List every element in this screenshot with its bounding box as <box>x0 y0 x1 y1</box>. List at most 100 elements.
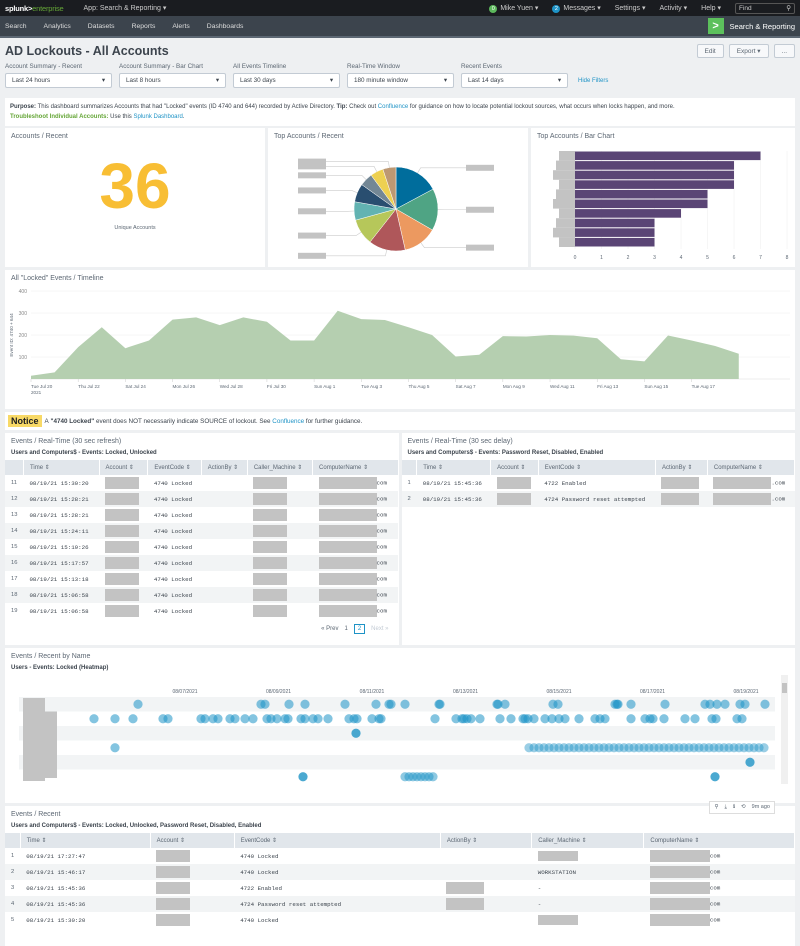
col-index <box>5 833 20 848</box>
time-select[interactable]: Last 24 hours▾ <box>5 73 112 88</box>
heatmap-dot <box>284 700 293 709</box>
area-ytick: 400 <box>19 289 28 295</box>
table-row[interactable]: 1608/19/21 15:17:574740 Lockedcom <box>5 555 398 571</box>
area-xtick: Sat Aug 7 <box>456 384 476 389</box>
help-menu[interactable]: Help ▾ <box>701 4 721 12</box>
tip-body: Check out <box>347 104 377 110</box>
col-account[interactable]: Account ⇕ <box>99 460 148 475</box>
heatmap-dot <box>690 714 699 723</box>
col-caller-machine[interactable]: Caller_Machine ⇕ <box>532 833 644 848</box>
cell-actionby <box>201 555 247 571</box>
cell-actionby <box>440 896 531 912</box>
find-input[interactable]: Find⚲ <box>735 3 795 14</box>
col-actionby[interactable]: ActionBy ⇕ <box>201 460 247 475</box>
domain-suffix: com <box>710 869 720 876</box>
info-icon[interactable]: ℹ <box>733 804 735 811</box>
col-computername[interactable]: ComputerName ⇕ <box>644 833 795 848</box>
page-1[interactable]: 1 <box>344 626 347 632</box>
table-row[interactable]: 1308/19/21 15:28:214740 Lockedcom <box>5 507 398 523</box>
col-account[interactable]: Account ⇕ <box>150 833 234 848</box>
edit-button[interactable]: Edit <box>697 44 724 58</box>
nav-datasets[interactable]: Datasets <box>88 23 115 30</box>
prev-page[interactable]: « Prev <box>321 626 338 632</box>
select-value: Last 30 days <box>240 77 276 84</box>
export-button[interactable]: Export ▾ <box>729 44 769 58</box>
nav-dashboards[interactable]: Dashboards <box>207 23 244 30</box>
table-row[interactable]: 1108/19/21 15:30:204740 Lockedcom <box>5 475 398 491</box>
table-row[interactable]: 1408/19/21 15:24:114740 Lockedcom <box>5 523 398 539</box>
search-icon[interactable]: ⚲ <box>714 804 718 811</box>
col-computername[interactable]: ComputerName ⇕ <box>707 460 794 475</box>
cell-computername: com <box>644 896 795 912</box>
heatmap-dot <box>740 700 749 709</box>
col-time[interactable]: Time ⇕ <box>20 833 150 848</box>
app-menu[interactable]: App: Search & Reporting ▾ <box>84 4 167 12</box>
bar <box>575 161 734 170</box>
redacted-value <box>713 493 771 505</box>
nav-analytics[interactable]: Analytics <box>44 23 71 30</box>
col-eventcode[interactable]: EventCode ⇕ <box>538 460 655 475</box>
cell-computername: com <box>644 912 795 928</box>
heatmap-dot <box>553 700 562 709</box>
col-time[interactable]: Time ⇕ <box>417 460 491 475</box>
heatmap-dot <box>430 714 439 723</box>
col-eventcode[interactable]: EventCode ⇕ <box>234 833 440 848</box>
heatmap-dot <box>435 700 444 709</box>
col-actionby[interactable]: ActionBy ⇕ <box>655 460 707 475</box>
pie-leader-line <box>326 250 387 256</box>
nav-reports[interactable]: Reports <box>132 23 156 30</box>
heatmap-scroll-thumb <box>782 683 787 693</box>
col-caller-machine[interactable]: Caller_Machine ⇕ <box>247 460 312 475</box>
redacted-value <box>661 493 699 505</box>
activity-menu[interactable]: Activity ▾ <box>660 4 688 12</box>
cell-eventcode: 4740 Locked <box>148 523 201 539</box>
select-value: Last 24 hours <box>12 77 50 84</box>
refresh-icon[interactable]: ⟲ <box>741 804 746 811</box>
notice-confluence-link[interactable]: Confluence <box>272 418 304 425</box>
table-row[interactable]: 1808/19/21 15:06:584740 Lockedcom <box>5 587 398 603</box>
table-row[interactable]: 208/19/21 15:46:174740 LockedWORKSTATION… <box>5 864 795 880</box>
page-2[interactable]: 2 <box>354 624 365 634</box>
messages-menu[interactable]: 2Messages ▾ <box>552 4 600 13</box>
area-xtick: Wed Aug 11 <box>550 384 575 389</box>
time-select[interactable]: Last 30 days▾ <box>233 73 340 88</box>
more-button[interactable]: ... <box>774 44 795 58</box>
hide-filters-link[interactable]: Hide Filters <box>578 78 608 84</box>
col-time[interactable]: Time ⇕ <box>23 460 99 475</box>
heatmap-dot <box>89 714 98 723</box>
col-computername[interactable]: ComputerName ⇕ <box>313 460 398 475</box>
time-select[interactable]: Last 8 hours▾ <box>119 73 226 88</box>
time-select[interactable]: Last 14 days▾ <box>461 73 568 88</box>
nav-search[interactable]: Search <box>5 23 27 30</box>
heatmap-dot <box>574 714 583 723</box>
table-row[interactable]: 108/19/21 17:27:474740 Lockedcom <box>5 848 795 864</box>
splunk-dashboard-link[interactable]: Splunk Dashboard <box>133 114 182 120</box>
heatmap-dot <box>340 700 349 709</box>
redacted-value <box>253 589 287 601</box>
table-row[interactable]: 508/19/21 15:30:204740 Lockedcom <box>5 912 795 928</box>
col-eventcode[interactable]: EventCode ⇕ <box>148 460 201 475</box>
confluence-link[interactable]: Confluence <box>378 104 408 110</box>
table-row[interactable]: 1908/19/21 15:06:584740 Lockedcom <box>5 603 398 619</box>
cell-account <box>99 571 148 587</box>
row-index: 14 <box>5 523 23 539</box>
table-row[interactable]: 408/19/21 15:45:364724 Password reset at… <box>5 896 795 912</box>
table-row[interactable]: 1508/19/21 15:19:264740 Lockedcom <box>5 539 398 555</box>
table-row[interactable]: 1208/19/21 15:28:214740 Lockedcom <box>5 491 398 507</box>
col-account[interactable]: Account ⇕ <box>491 460 539 475</box>
table-row[interactable]: 108/19/21 15:45:364722 Enabled.com <box>402 475 795 491</box>
col-actionby[interactable]: ActionBy ⇕ <box>440 833 531 848</box>
table-row[interactable]: 308/19/21 15:45:364722 Enabled-com <box>5 880 795 896</box>
splunk-logo[interactable]: splunk>enterprise <box>5 4 64 13</box>
next-page[interactable]: Next » <box>371 626 388 632</box>
domain-suffix: .com <box>771 480 785 487</box>
settings-menu[interactable]: Settings ▾ <box>615 4 646 12</box>
nav-alerts[interactable]: Alerts <box>172 23 189 30</box>
export-icon[interactable]: ⤓ <box>725 804 727 811</box>
user-menu[interactable]: 0Mike Yuen ▾ <box>489 4 538 13</box>
table-row[interactable]: 208/19/21 15:45:364724 Password reset at… <box>402 491 795 507</box>
time-select[interactable]: 180 minute window▾ <box>347 73 454 88</box>
table-row[interactable]: 1708/19/21 15:13:184740 Lockedcom <box>5 571 398 587</box>
bar-label-redacted <box>553 228 575 238</box>
area-xtick: Fri Aug 13 <box>597 384 618 389</box>
